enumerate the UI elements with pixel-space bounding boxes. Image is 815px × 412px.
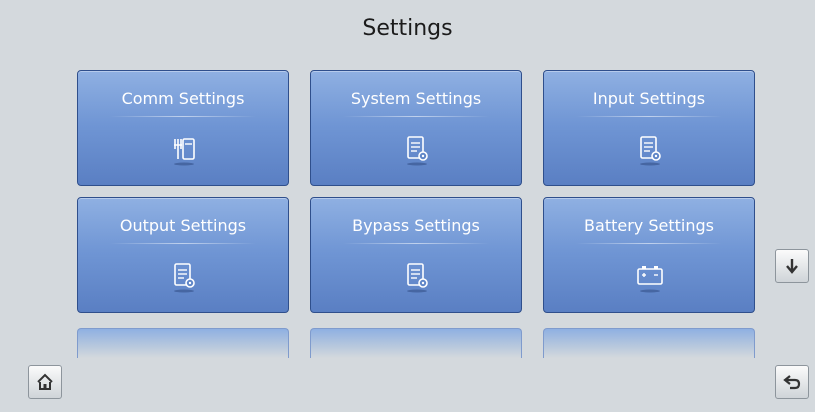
tile-divider [110, 243, 256, 244]
partial-tile[interactable] [310, 328, 522, 358]
home-button[interactable] [28, 365, 62, 399]
tile-label: Input Settings [592, 89, 706, 108]
settings-document-icon [169, 258, 199, 298]
tile-divider [343, 243, 489, 244]
battery-settings-tile[interactable]: Battery Settings [543, 197, 755, 313]
tile-label: Battery Settings [584, 216, 714, 235]
tile-divider [576, 243, 722, 244]
back-button[interactable] [775, 365, 809, 399]
back-arrow-icon [783, 375, 801, 390]
comm-settings-tile[interactable]: Comm Settings [77, 70, 289, 186]
battery-icon [635, 258, 665, 298]
tile-divider [343, 116, 489, 117]
tile-divider [576, 116, 722, 117]
scroll-down-button[interactable] [775, 249, 809, 283]
tile-label: System Settings [350, 89, 482, 108]
tile-label: Bypass Settings [352, 216, 480, 235]
output-settings-tile[interactable]: Output Settings [77, 197, 289, 313]
settings-document-icon [402, 131, 432, 171]
partial-tile[interactable] [543, 328, 755, 358]
settings-document-icon [635, 131, 665, 171]
settings-document-icon [402, 258, 432, 298]
comm-port-icon [169, 131, 199, 171]
tile-label: Comm Settings [121, 89, 245, 108]
system-settings-tile[interactable]: System Settings [310, 70, 522, 186]
tile-divider [110, 116, 256, 117]
tile-label: Output Settings [119, 216, 247, 235]
page-title: Settings [362, 16, 453, 41]
home-icon [37, 373, 53, 390]
arrow-down-icon [786, 259, 798, 274]
bypass-settings-tile[interactable]: Bypass Settings [310, 197, 522, 313]
partial-tile[interactable] [77, 328, 289, 358]
input-settings-tile[interactable]: Input Settings [543, 70, 755, 186]
